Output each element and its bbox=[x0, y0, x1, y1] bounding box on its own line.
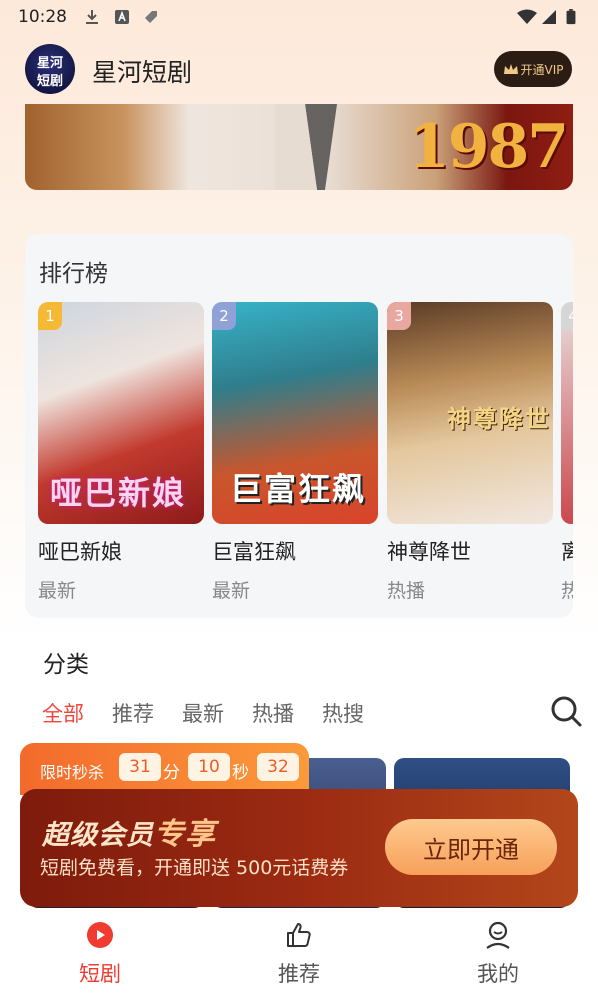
search-icon[interactable] bbox=[550, 695, 582, 727]
activate-now-button[interactable]: 立即开通 bbox=[385, 819, 557, 875]
category-tabs: 全部 推荐 最新 热播 热搜 bbox=[42, 698, 364, 728]
minutes-unit: 分 bbox=[163, 763, 180, 783]
flash-sale-bar: 限时秒杀 31 分 10 秒 32 bbox=[20, 743, 309, 795]
nav-recommend[interactable]: 推荐 bbox=[239, 920, 359, 988]
status-bar: 10:28 bbox=[0, 0, 598, 34]
ranking-title: 排行榜 bbox=[39, 261, 108, 287]
battery-icon bbox=[566, 9, 576, 25]
logo-line2: 短剧 bbox=[36, 74, 63, 89]
promo-title: 超级会员专享 bbox=[42, 809, 216, 853]
ranking-item[interactable]: 3 神尊降世 神尊降世 热播 bbox=[387, 302, 553, 603]
drama-tag: 最新 bbox=[212, 580, 251, 602]
ranking-item[interactable]: 4 离 热 bbox=[561, 302, 573, 603]
poster-image: 4 bbox=[561, 302, 573, 524]
user-icon bbox=[486, 921, 510, 949]
crown-icon bbox=[503, 64, 518, 74]
tab-recommend[interactable]: 推荐 bbox=[112, 698, 154, 728]
hero-banner[interactable]: 1987 bbox=[25, 104, 573, 190]
rank-badge: 2 bbox=[212, 302, 236, 330]
poster-title-art: 哑巴新娘 bbox=[50, 474, 187, 512]
rank-badge: 4 bbox=[561, 302, 573, 330]
flash-sale-label: 限时秒杀 bbox=[40, 763, 105, 782]
play-circle-icon bbox=[87, 922, 113, 948]
seconds-unit: 秒 bbox=[232, 763, 249, 783]
ranking-item[interactable]: 1 哑巴新娘 哑巴新娘 最新 bbox=[38, 302, 204, 603]
rank-badge: 1 bbox=[38, 302, 62, 330]
nav-mine[interactable]: 我的 bbox=[438, 920, 558, 988]
promo-subtitle: 短剧免费看，开通即送 500元话费券 bbox=[40, 857, 349, 879]
app-logo[interactable]: 星河 短剧 bbox=[25, 44, 75, 94]
tab-latest[interactable]: 最新 bbox=[182, 698, 224, 728]
vip-promo-banner[interactable]: 超级会员专享 短剧免费看，开通即送 500元话费券 立即开通 bbox=[20, 789, 578, 907]
promo-title-emphasis: 专享 bbox=[154, 817, 216, 852]
wifi-icon bbox=[517, 9, 537, 24]
nav-mine-label: 我的 bbox=[477, 962, 519, 986]
poster-image: 1 哑巴新娘 bbox=[38, 302, 204, 524]
drama-name: 离 bbox=[561, 540, 573, 564]
app-title: 星河短剧 bbox=[92, 58, 193, 87]
banner-overlay-text: 1987 bbox=[408, 112, 569, 182]
tab-trending[interactable]: 热搜 bbox=[322, 698, 364, 728]
countdown-minutes: 31 bbox=[119, 753, 161, 781]
poster-title-art: 神尊降世 bbox=[447, 405, 551, 433]
poster-title-art: 巨富狂飙 bbox=[230, 470, 367, 508]
nav-shorts[interactable]: 短剧 bbox=[40, 920, 160, 988]
drama-name: 巨富狂飙 bbox=[212, 540, 296, 564]
countdown-millis: 32 bbox=[257, 753, 299, 781]
drama-tag: 热播 bbox=[387, 580, 426, 602]
nav-shorts-label: 短剧 bbox=[79, 962, 121, 986]
poster-image: 2 巨富狂飙 bbox=[212, 302, 378, 524]
open-vip-button[interactable]: 开通VIP bbox=[494, 51, 572, 87]
status-time: 10:28 bbox=[18, 7, 67, 27]
drama-tag: 热 bbox=[561, 580, 573, 602]
rank-badge: 3 bbox=[387, 302, 411, 330]
countdown-seconds: 10 bbox=[188, 753, 230, 781]
poster-image: 3 神尊降世 bbox=[387, 302, 553, 524]
logo-line1: 星河 bbox=[36, 56, 63, 71]
nav-recommend-label: 推荐 bbox=[278, 962, 320, 986]
promo-title-prefix: 超级会员 bbox=[42, 820, 154, 851]
bottom-nav: 短剧 推荐 我的 bbox=[0, 908, 598, 998]
drama-tag: 最新 bbox=[38, 580, 77, 602]
ranking-section: 排行榜 1 哑巴新娘 哑巴新娘 最新 2 巨富狂飙 巨富狂飙 最新 3 神尊降世… bbox=[25, 234, 573, 618]
drama-name: 哑巴新娘 bbox=[38, 540, 122, 564]
open-vip-label: 开通VIP bbox=[520, 62, 564, 77]
ranking-item[interactable]: 2 巨富狂飙 巨富狂飙 最新 bbox=[212, 302, 378, 603]
thumbs-up-icon bbox=[287, 923, 311, 947]
a-box-icon bbox=[115, 10, 129, 24]
category-title: 分类 bbox=[43, 652, 89, 678]
drama-name: 神尊降世 bbox=[387, 540, 471, 564]
tab-all[interactable]: 全部 bbox=[42, 698, 84, 728]
tag-icon bbox=[145, 11, 157, 23]
download-icon bbox=[86, 10, 98, 24]
tab-hot[interactable]: 热播 bbox=[252, 698, 294, 728]
banner-figure bbox=[275, 104, 337, 190]
signal-icon bbox=[542, 10, 556, 24]
